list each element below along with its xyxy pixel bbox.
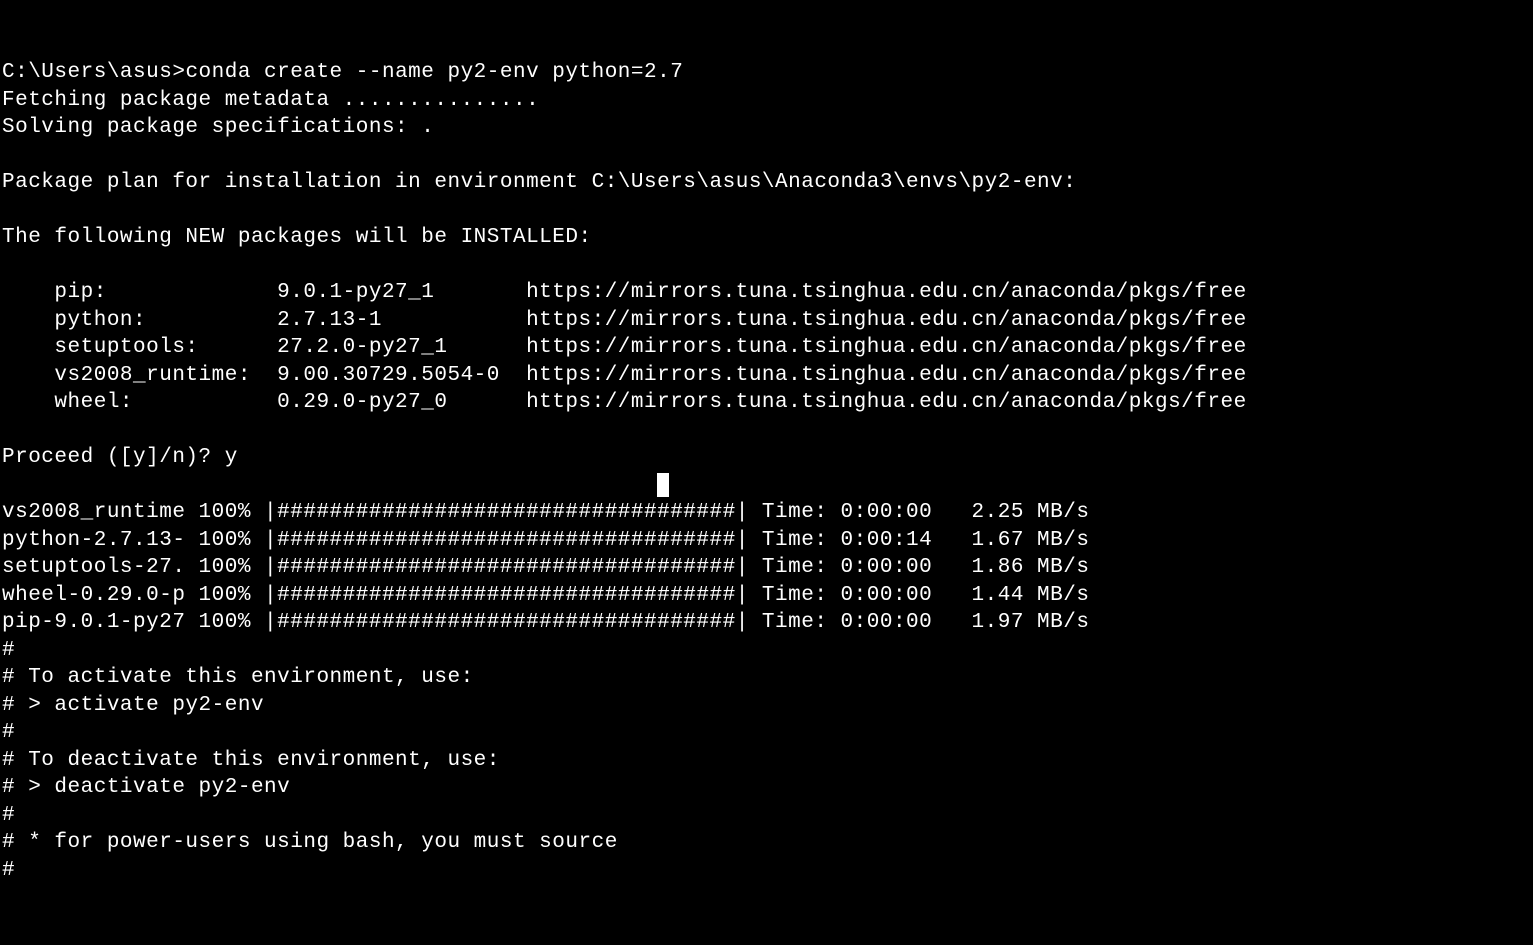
new-packages-header: The following NEW packages will be INSTA… bbox=[2, 226, 592, 249]
solving-line: Solving package specifications: . bbox=[2, 116, 434, 139]
prompt: C:\Users\asus> bbox=[2, 61, 185, 84]
command: conda create --name py2-env python=2.7 bbox=[185, 61, 683, 84]
progress-list: vs2008_runtime 100% |###################… bbox=[2, 501, 1089, 634]
package-list: pip: 9.0.1-py27_1 https://mirrors.tuna.t… bbox=[2, 281, 1247, 414]
cursor bbox=[657, 473, 669, 497]
prompt-line: C:\Users\asus>conda create --name py2-en… bbox=[2, 61, 683, 84]
proceed-answer: y bbox=[225, 446, 238, 469]
fetching-line: Fetching package metadata ..............… bbox=[2, 89, 539, 112]
proceed-line: Proceed ([y]/n)? y bbox=[2, 446, 238, 469]
proceed-prompt: Proceed ([y]/n)? bbox=[2, 446, 225, 469]
plan-header: Package plan for installation in environ… bbox=[2, 171, 1076, 194]
footer-block: # # To activate this environment, use: #… bbox=[2, 639, 618, 882]
terminal-output[interactable]: C:\Users\asus>conda create --name py2-en… bbox=[2, 61, 1247, 882]
